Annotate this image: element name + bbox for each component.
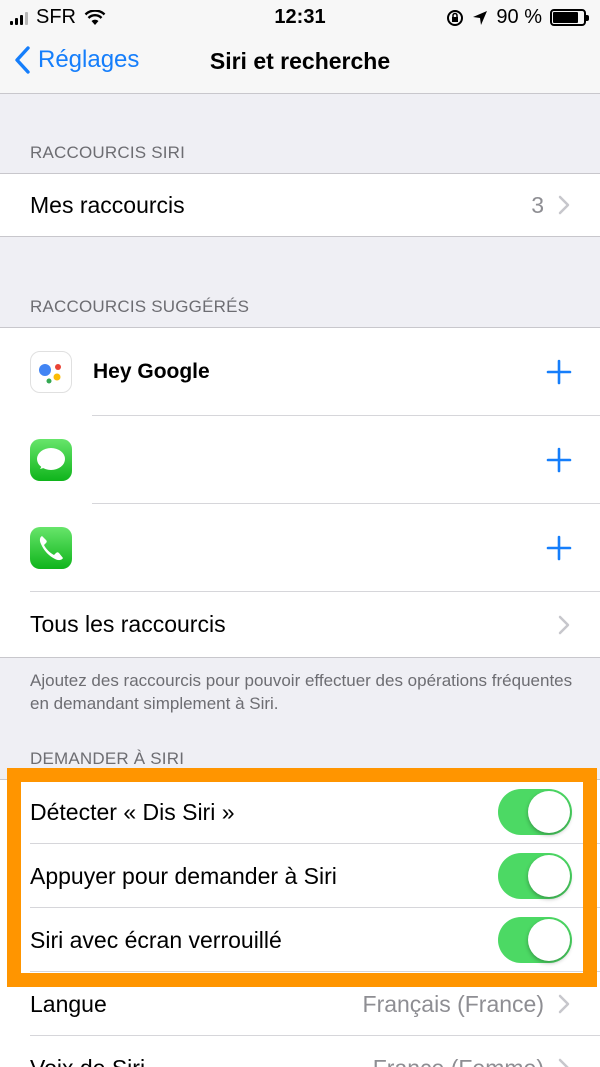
- press-button-label: Appuyer pour demander à Siri: [30, 862, 337, 889]
- suggested-row-messages[interactable]: [0, 416, 600, 504]
- press-button-row: Appuyer pour demander à Siri: [0, 844, 600, 908]
- add-icon[interactable]: [546, 535, 572, 561]
- language-row[interactable]: Langue Français (France): [0, 972, 600, 1036]
- shortcuts-footer-text: Ajoutez des raccourcis pour pouvoir effe…: [30, 671, 573, 713]
- locked-screen-label: Siri avec écran verrouillé: [30, 926, 282, 953]
- nav-bar: Réglages Siri et recherche: [0, 36, 600, 94]
- hey-siri-row: Détecter « Dis Siri »: [0, 780, 600, 844]
- suggested-app-name: Hey Google: [93, 360, 210, 383]
- ask-siri-group: Détecter « Dis Siri » Appuyer pour deman…: [0, 779, 600, 1067]
- section-header-ask-siri: DEMANDER À SIRI: [30, 749, 185, 768]
- suggested-group: Hey Google Tous les raccourcis: [0, 327, 600, 658]
- suggested-row-google[interactable]: Hey Google: [0, 328, 600, 416]
- language-value: Français (France): [362, 990, 544, 1017]
- google-assistant-icon: [30, 351, 72, 393]
- chevron-right-icon: [558, 994, 570, 1014]
- press-button-toggle[interactable]: [498, 853, 572, 899]
- all-shortcuts-label: Tous les raccourcis: [30, 611, 226, 637]
- my-shortcuts-count: 3: [531, 191, 544, 218]
- all-shortcuts-row[interactable]: Tous les raccourcis: [0, 592, 600, 657]
- locked-screen-toggle[interactable]: [498, 917, 572, 963]
- siri-voice-value: France (Femme): [373, 1055, 544, 1067]
- section-header-suggested: RACCOURCIS SUGGÉRÉS: [30, 297, 250, 316]
- locked-screen-row: Siri avec écran verrouillé: [0, 908, 600, 972]
- page-title: Siri et recherche: [209, 48, 391, 74]
- add-icon[interactable]: [546, 359, 572, 385]
- siri-voice-label: Voix de Siri: [30, 1055, 145, 1067]
- shortcuts-group: Mes raccourcis 3: [0, 173, 600, 237]
- chevron-right-icon: [558, 1058, 569, 1067]
- battery-percent: 90 %: [496, 6, 542, 28]
- my-shortcuts-label: Mes raccourcis: [30, 191, 185, 218]
- language-label: Langue: [30, 990, 107, 1017]
- chevron-right-icon: [558, 195, 570, 215]
- suggested-row-phone[interactable]: [0, 504, 600, 592]
- battery-icon: [550, 9, 589, 26]
- messages-icon: [30, 439, 72, 481]
- rotation-lock-icon: [447, 9, 464, 26]
- hey-siri-label: Détecter « Dis Siri »: [30, 798, 235, 825]
- hey-siri-toggle[interactable]: [498, 789, 572, 835]
- status-bar: SFR 12:31 90 %: [0, 0, 600, 36]
- my-shortcuts-row[interactable]: Mes raccourcis 3: [0, 174, 600, 236]
- section-header-shortcuts: RACCOURCIS SIRI: [30, 143, 186, 162]
- add-icon[interactable]: [546, 447, 572, 473]
- chevron-right-icon: [558, 615, 570, 634]
- location-icon: [473, 10, 488, 25]
- phone-icon: [30, 527, 72, 569]
- siri-voice-row[interactable]: Voix de Siri France (Femme): [0, 1036, 600, 1067]
